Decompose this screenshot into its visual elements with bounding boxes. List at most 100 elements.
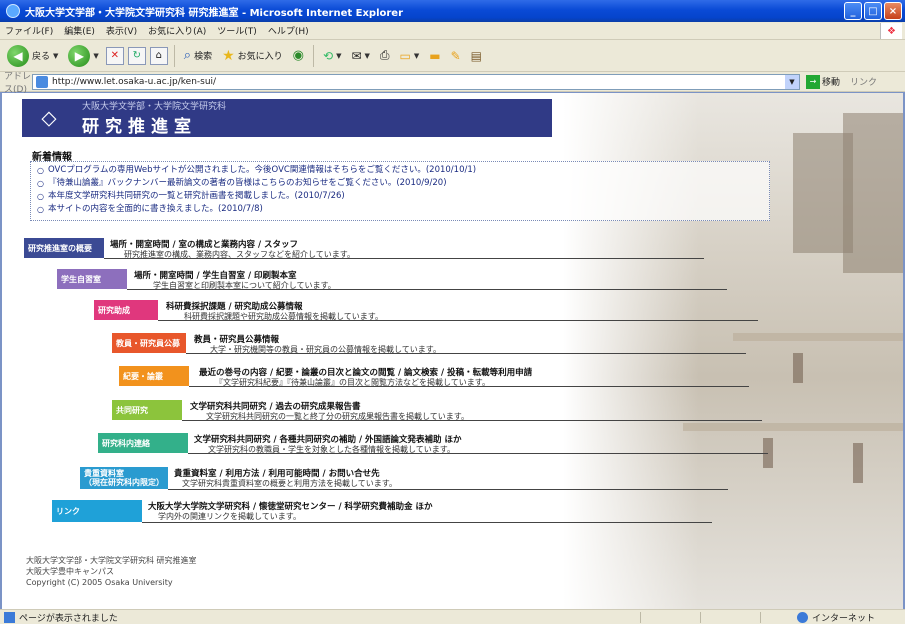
address-bar: アドレス(D) http://www.let.osaka-u.ac.jp/ken…	[0, 72, 905, 95]
refresh-button[interactable]: ↻	[127, 46, 146, 65]
research-button[interactable]: ▤	[468, 43, 485, 69]
minimize-button[interactable]: _	[844, 2, 862, 20]
edit-button[interactable]: ▭ ▼	[397, 43, 423, 69]
menu-view[interactable]: 表示(V)	[106, 24, 137, 37]
go-label: 移動	[822, 78, 841, 88]
favorites-label: お気に入り	[237, 52, 283, 62]
address-input[interactable]: http://www.let.osaka-u.ac.jp/ken-sui/ ▼	[32, 73, 800, 90]
section-tab[interactable]: 研究助成	[94, 300, 158, 320]
section-tab[interactable]: 学生自習室	[57, 269, 127, 289]
section-tab[interactable]: 教員・研究員公募	[112, 333, 186, 353]
page-footer: 大阪大学文学部・大学院文学研究科 研究推進室 大阪大学豊中キャンパス Copyr…	[26, 555, 197, 588]
security-zone[interactable]: インターネット	[796, 611, 875, 624]
window-title: 大阪大学文学部・大学院文学研究科 研究推進室 - Microsoft Inter…	[25, 7, 404, 19]
media-icon: ◉	[292, 48, 305, 63]
section-description: 『文学研究科紀要』『待兼山論叢』の目次と閲覧方法などを掲載しています。	[215, 378, 490, 387]
menu-edit[interactable]: 編集(E)	[64, 24, 95, 37]
menu-file[interactable]: ファイル(F)	[5, 24, 53, 37]
close-button[interactable]: ×	[884, 2, 902, 20]
research-icon: ▤	[470, 48, 483, 63]
search-button[interactable]: ⌕ 検索	[181, 43, 215, 69]
stop-button[interactable]: ✕	[105, 46, 124, 65]
section-bulletins[interactable]: 紀要・論叢 最近の巻号の内容 / 紀要・論叢の目次と論文の閲覧 / 論文検索 /…	[119, 366, 769, 390]
page-viewport[interactable]: ⬦ 大阪大学文学部・大学院文学研究科 研究推進室 新着情報 ○ OVCプログラムの…	[2, 93, 903, 609]
section-description: 学内外の関連リンクを掲載しています。	[158, 512, 301, 521]
section-study-room[interactable]: 学生自習室 場所・開室時間 / 学生自習室 / 印刷製本室 学生自習室と印刷製本…	[57, 269, 727, 293]
maximize-button[interactable]: □	[864, 2, 882, 20]
refresh-icon: ↻	[132, 50, 141, 61]
window-controls: _ □ ×	[844, 2, 902, 20]
chevron-down-icon[interactable]: ▼	[785, 74, 799, 89]
links-button[interactable]: リンク	[850, 75, 877, 88]
section-description: 文学研究科共同研究の一覧と終了分の研究成果報告書を掲載しています。	[206, 412, 469, 421]
section-description: 文学研究科貴重資料室の概要と利用方法を掲載しています。	[182, 479, 397, 488]
news-item[interactable]: ○ 本年度文学研究科共同研究の一覧と研究計画書を掲載しました。(2010/7/26…	[37, 190, 763, 203]
menu-help[interactable]: ヘルプ(H)	[268, 24, 309, 37]
favorites-button[interactable]: ★ お気に入り	[219, 43, 286, 69]
menu-favorites[interactable]: お気に入り(A)	[148, 24, 206, 37]
back-button[interactable]: ◀ 戻る ▼	[4, 43, 61, 69]
section-tab[interactable]: リンク	[52, 500, 142, 522]
section-description: 文学研究科の教職員・学生を対象とした各種情報を掲載しています。	[208, 445, 455, 454]
news-link[interactable]: 『待兼山論叢』バックナンバー最新論文の著者の皆様はこちらのお知らせをご覧ください…	[48, 177, 447, 190]
go-arrow-icon: →	[806, 74, 820, 89]
bullet-icon: ○	[37, 205, 44, 214]
chevron-down-icon: ▼	[53, 51, 59, 60]
header-subtitle: 大阪大学文学部・大学院文学研究科	[82, 102, 227, 112]
print-button[interactable]: ⎙	[377, 43, 393, 69]
site-header-banner[interactable]: ⬦ 大阪大学文学部・大学院文学研究科 研究推進室	[22, 99, 552, 137]
section-research-grants[interactable]: 研究助成 科研費採択課題 / 研究助成公募情報 科研費採択課題や研究助成公募情報…	[94, 300, 758, 324]
section-tab[interactable]: 研究科内連絡	[98, 433, 188, 453]
zone-label: インターネット	[811, 614, 875, 624]
section-divider	[142, 522, 712, 523]
status-divider	[760, 612, 761, 623]
section-tab[interactable]: 共同研究	[112, 400, 182, 420]
news-link[interactable]: 本年度文学研究科共同研究の一覧と研究計画書を掲載しました。(2010/7/26)	[48, 190, 345, 203]
home-button[interactable]: ⌂	[149, 46, 168, 65]
news-link[interactable]: OVCプログラムの専用Webサイトが公開されました。今後OVC関連情報はそちらを…	[48, 164, 476, 177]
footer-org: 大阪大学文学部・大学院文学研究科 研究推進室	[26, 556, 197, 565]
search-label: 検索	[194, 52, 213, 62]
section-joint-research[interactable]: 共同研究 文学研究科共同研究 / 過去の研究成果報告書 文学研究科共同研究の一覧…	[112, 400, 772, 424]
bullet-icon: ○	[37, 179, 44, 188]
section-rare-materials[interactable]: 貴重資料室 （現在研究科内限定） 貴重資料室 / 利用方法 / 利用可能時間 /…	[80, 467, 760, 491]
news-item[interactable]: ○ 本サイトの内容を全面的に書き換えました。(2010/7/8)	[37, 203, 763, 216]
section-links[interactable]: リンク 大阪大学大学院文学研究科 / 懐徳堂研究センター / 科学研究費補助金 …	[52, 500, 732, 524]
table-shape	[683, 423, 903, 431]
section-tab[interactable]: 研究推進室の概要	[24, 238, 104, 258]
forward-button[interactable]: ▶ ▼	[65, 43, 101, 69]
section-description: 大学・研究機関等の教員・研究員の公募情報を掲載しています。	[210, 345, 441, 354]
news-item[interactable]: ○ OVCプログラムの専用Webサイトが公開されました。今後OVC関連情報はそちら…	[37, 164, 763, 177]
go-button[interactable]: → 移動	[806, 74, 841, 89]
section-tab[interactable]: 紀要・論叢	[119, 366, 189, 386]
chair-shape	[793, 353, 803, 383]
chair-shape	[853, 443, 863, 483]
status-divider	[700, 612, 701, 623]
history-button[interactable]: ⟲ ▼	[320, 43, 344, 69]
footer-campus: 大阪大学豊中キャンパス	[26, 567, 114, 576]
news-link[interactable]: 本サイトの内容を全面的に書き換えました。(2010/7/8)	[48, 203, 263, 216]
section-internal-notices[interactable]: 研究科内連絡 文学研究科共同研究 / 各種共同研究の補助 / 外国語論文発表補助…	[98, 433, 778, 457]
status-divider	[640, 612, 641, 623]
chevron-down-icon: ▼	[413, 51, 420, 60]
messenger-button[interactable]: ✎	[448, 43, 464, 69]
section-divider	[168, 489, 728, 490]
section-job-openings[interactable]: 教員・研究員公募 教員・研究員公募情報 大学・研究機関等の教員・研究員の公募情報…	[112, 333, 762, 357]
mail-icon: ✉	[351, 48, 362, 63]
discuss-button[interactable]: ▬	[426, 43, 443, 69]
section-tab[interactable]: 貴重資料室 （現在研究科内限定）	[80, 467, 168, 489]
media-button[interactable]: ◉	[290, 43, 307, 69]
address-url: http://www.let.osaka-u.ac.jp/ken-sui/	[52, 76, 217, 87]
window-titlebar[interactable]: 大阪大学文学部・大学院文学研究科 研究推進室 - Microsoft Inter…	[0, 0, 905, 22]
menu-tools[interactable]: ツール(T)	[217, 24, 257, 37]
status-text: ページが表示されました	[19, 613, 118, 624]
ie-app-icon	[6, 4, 20, 18]
windows-flag-icon: ❖	[880, 23, 902, 39]
news-item[interactable]: ○ 『待兼山論叢』バックナンバー最新論文の著者の皆様はこちらのお知らせをご覧くださ…	[37, 177, 763, 190]
mail-button[interactable]: ✉ ▼	[348, 43, 372, 69]
bookshelf-shape	[843, 113, 903, 273]
forward-arrow-icon: ▶	[68, 44, 91, 67]
university-logo-icon: ⬦	[41, 105, 57, 131]
section-overview[interactable]: 研究推進室の概要 場所・開室時間 / 室の構成と業務内容 / スタッフ 研究推進…	[24, 238, 704, 262]
status-bar: ページが表示されました インターネット	[0, 609, 905, 624]
